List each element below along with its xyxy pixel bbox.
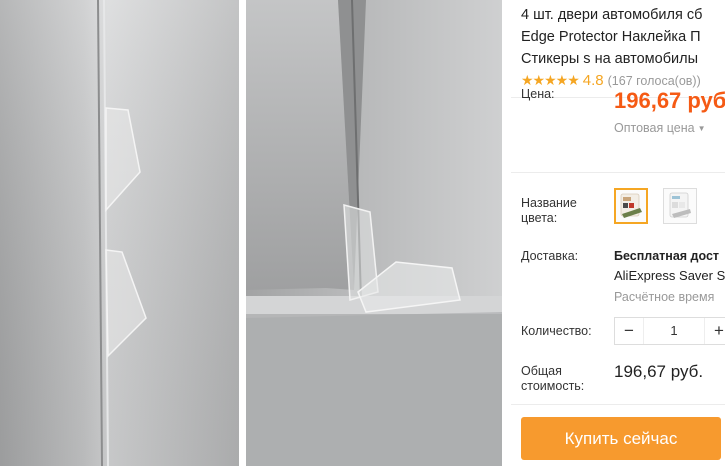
divider <box>511 172 725 173</box>
shipping-estimate: Расчётное время <box>614 290 715 304</box>
quantity-stepper: − 1 + <box>614 317 725 345</box>
price-value: 196,67 руб <box>614 88 725 113</box>
shipping-service: AliExpress Saver S <box>614 268 725 283</box>
buy-now-button[interactable]: Купить сейчас <box>521 417 721 460</box>
color-swatch-2[interactable] <box>663 188 697 224</box>
swatch-image <box>664 189 696 223</box>
wholesale-price-label: Оптовая цена <box>614 121 695 135</box>
color-label-line: цвета: <box>521 211 558 225</box>
product-title-line: Стикеры s на автомобилы <box>521 51 698 67</box>
rating-count[interactable]: (167 голоса(ов)) <box>608 74 701 88</box>
total-label-line: Общая <box>521 364 562 378</box>
color-label: Название цвета: <box>521 196 577 226</box>
quantity-increase-button[interactable]: + <box>705 318 725 344</box>
total-label: Общая стоимость: <box>521 364 584 394</box>
total-price: 196,67 руб. <box>614 362 704 381</box>
door-protector-photo-right <box>246 0 502 466</box>
door-edge-photo-left <box>0 0 239 466</box>
photo-gap <box>239 0 246 466</box>
product-title[interactable]: 4 шт. двери автомобиля сб Edge Protector… <box>521 4 725 70</box>
quantity-decrease-button[interactable]: − <box>615 318 643 344</box>
quantity-input[interactable]: 1 <box>643 318 705 344</box>
swatch-image <box>616 190 646 222</box>
product-title-line: Edge Protector Наклейка П <box>521 29 701 45</box>
caret-down-icon: ▼ <box>697 124 706 133</box>
color-swatch-1[interactable] <box>614 188 648 224</box>
product-photo-right[interactable] <box>246 0 502 466</box>
divider <box>511 404 725 405</box>
color-label-line: Название <box>521 196 577 210</box>
price-label: Цена: <box>521 87 555 101</box>
wholesale-price-toggle[interactable]: Оптовая цена ▼ <box>614 121 705 135</box>
product-info-panel: 4 шт. двери автомобиля сб Edge Protector… <box>511 0 725 466</box>
rating-value: 4.8 <box>582 72 604 89</box>
total-label-line: стоимость: <box>521 379 585 393</box>
product-photo-left[interactable] <box>0 0 239 466</box>
quantity-label: Количество: <box>521 324 592 338</box>
shipping-method[interactable]: Бесплатная дост <box>614 249 719 263</box>
product-title-line: 4 шт. двери автомобиля сб <box>521 7 703 23</box>
shipping-label: Доставка: <box>521 249 579 263</box>
